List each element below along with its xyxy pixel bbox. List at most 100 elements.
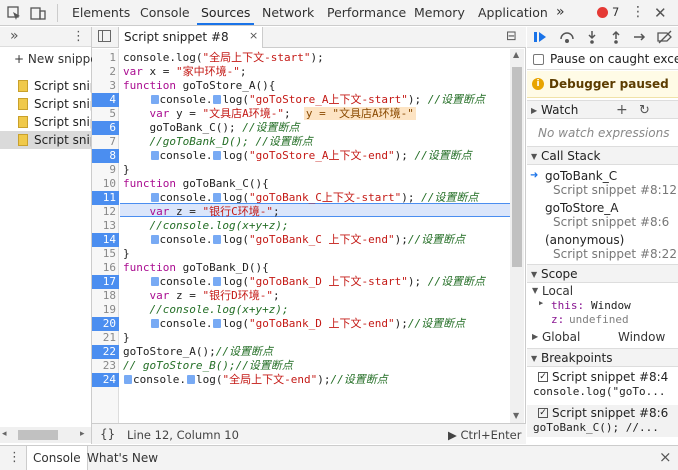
- settings-menu-icon[interactable]: ⋮: [631, 4, 645, 20]
- step-over-icon[interactable]: [559, 30, 575, 47]
- error-icon[interactable]: [597, 7, 608, 18]
- pause-on-caught-checkbox[interactable]: [533, 54, 544, 65]
- close-tab-icon[interactable]: ×: [249, 29, 258, 42]
- error-count[interactable]: 7: [612, 5, 619, 19]
- tab-network[interactable]: Network: [258, 0, 318, 25]
- code-line[interactable]: console. log("goToBank_C 上下文-end");//设置断点: [123, 233, 465, 247]
- line-number[interactable]: 7: [92, 135, 119, 149]
- add-watch-icon[interactable]: +: [616, 101, 628, 120]
- code-line[interactable]: var z = "银行C环境-";: [123, 205, 280, 219]
- call-stack-section-header[interactable]: ▼ Call Stack: [527, 146, 678, 165]
- code-line[interactable]: console. log("goToStore_A上下文-end"); //设置断…: [123, 149, 472, 163]
- scope-var-z[interactable]: z: undefined: [527, 313, 678, 327]
- pretty-print-icon[interactable]: {}: [100, 427, 115, 441]
- refresh-icon[interactable]: ↻: [639, 101, 650, 120]
- scope-var-this[interactable]: ▶ this: Window: [527, 299, 678, 313]
- line-number[interactable]: 9: [92, 163, 119, 177]
- snippet-item[interactable]: Script snippet #: [0, 113, 91, 131]
- call-frame-active[interactable]: ➜ goToBank_C Script snippet #8:12: [527, 167, 678, 199]
- toggle-debugger-icon[interactable]: ⊟: [506, 29, 517, 44]
- tab-elements[interactable]: Elements: [68, 0, 134, 25]
- breakpoint-line-number[interactable]: 11: [92, 191, 119, 205]
- close-icon[interactable]: ✕: [654, 4, 667, 22]
- step-into-icon[interactable]: [585, 30, 599, 47]
- run-snippet-button[interactable]: ▶ Ctrl+Enter: [448, 428, 521, 442]
- code-line[interactable]: }: [123, 163, 130, 177]
- line-number[interactable]: 18: [92, 289, 119, 303]
- breakpoint-line-number[interactable]: 14: [92, 233, 119, 247]
- drawer-tab-console[interactable]: Console: [26, 446, 88, 470]
- toggle-navigator-icon[interactable]: [98, 30, 111, 42]
- breakpoint-item[interactable]: ✓ Script snippet #8:6 goToBank_C(); //..…: [527, 405, 678, 437]
- breakpoint-line-number[interactable]: 6: [92, 121, 119, 135]
- breakpoint-line-number[interactable]: 22: [92, 345, 119, 359]
- code-line[interactable]: var x = "家中环境-";: [123, 65, 247, 79]
- breakpoint-item[interactable]: ✓ Script snippet #8:4 console.log("goTo.…: [527, 369, 678, 401]
- device-toolbar-icon[interactable]: [30, 5, 46, 21]
- tab-application[interactable]: Application: [474, 0, 552, 25]
- breakpoint-line-number[interactable]: 24: [92, 373, 119, 387]
- tab-memory[interactable]: Memory: [410, 0, 469, 25]
- code-line[interactable]: console. log("goToStore_A上下文-start"); //设…: [123, 93, 485, 107]
- code-line[interactable]: // goToStore_B();//设置断点: [123, 359, 293, 373]
- tab-performance[interactable]: Performance: [323, 0, 410, 25]
- line-number[interactable]: 10: [92, 177, 119, 191]
- code-line[interactable]: console. log("全局上下文-end");//设置断点: [123, 373, 388, 387]
- editor-vscrollbar[interactable]: ▲ ▼: [510, 49, 524, 423]
- line-number[interactable]: 13: [92, 219, 119, 233]
- resume-icon[interactable]: [533, 30, 547, 47]
- navigator-hscrollbar[interactable]: ◂ ▸: [0, 427, 91, 443]
- line-number[interactable]: 2: [92, 65, 119, 79]
- code-line[interactable]: //goToBank_D(); //设置断点: [123, 135, 313, 149]
- navigator-more-icon[interactable]: »: [10, 28, 19, 44]
- pause-on-caught-row[interactable]: Pause on caught exce...: [527, 49, 678, 70]
- line-number[interactable]: 5: [92, 107, 119, 121]
- snippet-item[interactable]: Script snippet #: [0, 95, 91, 113]
- scope-section-header[interactable]: ▼ Scope: [527, 264, 678, 283]
- line-number[interactable]: 15: [92, 247, 119, 261]
- scroll-thumb[interactable]: [18, 430, 58, 440]
- call-frame[interactable]: goToStore_A Script snippet #8:6: [527, 199, 678, 231]
- code-line[interactable]: var y = "文具店A环境-"; y = "文具店A环境-": [123, 107, 416, 121]
- code-line[interactable]: console.log("全局上下文-start");: [123, 51, 324, 65]
- code-line[interactable]: //console.log(x+y+z);: [123, 303, 289, 317]
- line-number[interactable]: 12: [92, 205, 119, 219]
- navigator-menu-icon[interactable]: ⋮: [72, 29, 85, 44]
- code-line[interactable]: goToBank_C(); //设置断点: [123, 121, 299, 135]
- watch-section-header[interactable]: ▶ Watch + ↻: [527, 100, 678, 119]
- inspect-element-icon[interactable]: [6, 5, 22, 21]
- code-line[interactable]: goToStore_A();//设置断点: [123, 345, 273, 359]
- breakpoint-line-number[interactable]: 17: [92, 275, 119, 289]
- scroll-thumb[interactable]: [512, 67, 522, 267]
- line-number[interactable]: 1: [92, 51, 119, 65]
- breakpoint-checkbox[interactable]: ✓: [538, 408, 548, 418]
- breakpoints-section-header[interactable]: ▼ Breakpoints: [527, 348, 678, 367]
- breakpoint-line-number[interactable]: 20: [92, 317, 119, 331]
- code-line[interactable]: console. log("goToBank_D 上下文-start"); //设…: [123, 275, 485, 289]
- more-tabs-button[interactable]: »: [552, 0, 569, 25]
- step-icon[interactable]: [633, 30, 647, 47]
- code-line[interactable]: function goToBank_D(){: [123, 261, 269, 275]
- code-line[interactable]: function goToBank_C(){: [123, 177, 269, 191]
- close-drawer-icon[interactable]: ×: [659, 448, 672, 466]
- drawer-menu-icon[interactable]: ⋮: [8, 450, 21, 465]
- breakpoint-checkbox[interactable]: ✓: [538, 372, 548, 382]
- tab-console[interactable]: Console: [136, 0, 194, 25]
- code-line[interactable]: console. log("goToBank_D 上下文-end");//设置断点: [123, 317, 465, 331]
- breakpoint-line-number[interactable]: 8: [92, 149, 119, 163]
- deactivate-breakpoints-icon[interactable]: [657, 30, 673, 47]
- drawer-tab-whats-new[interactable]: What's New: [87, 446, 158, 470]
- code-area[interactable]: 1 2 3 4 5 6 7 8 9 10 11 12 13 14 15 16 17 18 19 20 21 22 23 24 …: [92, 49, 526, 423]
- scope-global[interactable]: ▶ Global Window: [527, 330, 678, 346]
- scope-local[interactable]: ▼ Local: [527, 284, 678, 300]
- line-number[interactable]: 3: [92, 79, 119, 93]
- step-out-icon[interactable]: [609, 30, 623, 47]
- snippet-item[interactable]: Script snippet #: [0, 77, 91, 95]
- line-number[interactable]: 23: [92, 359, 119, 373]
- new-snippet-button[interactable]: + New snippet: [14, 52, 102, 66]
- code-line[interactable]: function goToStore_A(){: [123, 79, 275, 93]
- call-frame[interactable]: (anonymous) Script snippet #8:22: [527, 231, 678, 263]
- line-number[interactable]: 19: [92, 303, 119, 317]
- code-line[interactable]: //console.log(x+y+z);: [123, 219, 289, 233]
- line-number[interactable]: 16: [92, 261, 119, 275]
